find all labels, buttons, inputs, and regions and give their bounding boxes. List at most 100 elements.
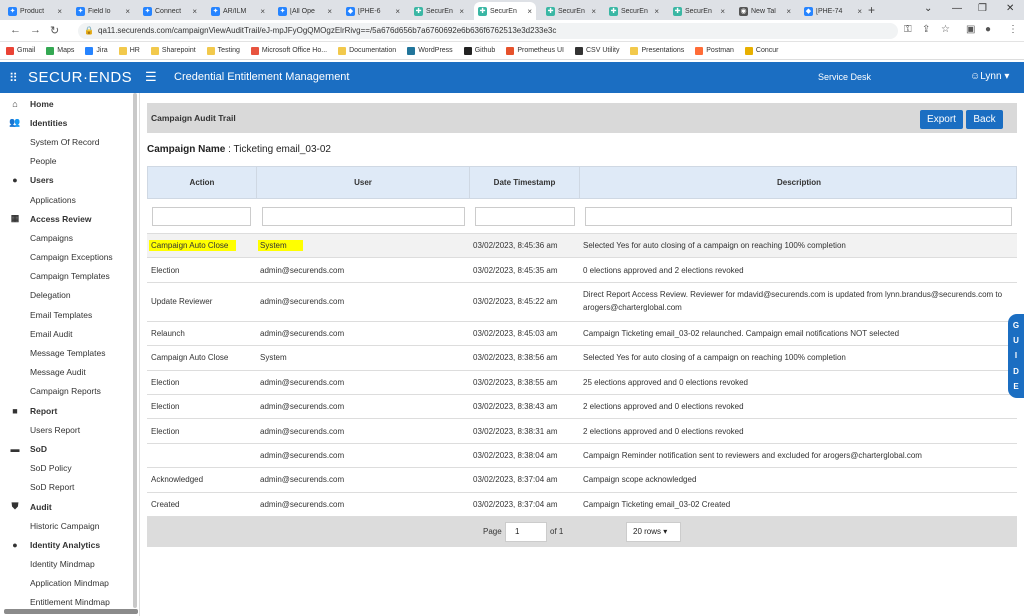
column-header-user[interactable]: User: [257, 167, 470, 198]
column-header-date-timestamp[interactable]: Date Timestamp: [470, 167, 580, 198]
bookmark-item[interactable]: Gmail: [6, 46, 35, 55]
table-row[interactable]: Election admin@securends.com 03/02/2023, 8…: [147, 394, 1017, 420]
close-tab-icon[interactable]: ×: [459, 7, 464, 16]
table-row[interactable]: Campaign Auto Close System 03/02/2023, 8:4…: [147, 234, 1017, 259]
profile-icon[interactable]: ●: [985, 24, 991, 35]
minimize-icon[interactable]: —: [952, 3, 962, 14]
browser-tab[interactable]: ✦ AR/ILM ×: [207, 2, 269, 20]
table-row[interactable]: Election admin@securends.com 03/02/2023, 8…: [147, 258, 1017, 283]
browser-tab[interactable]: ✚ SecurEn ×: [669, 2, 729, 20]
bookmark-item[interactable]: Maps: [46, 46, 74, 55]
sidebar-item-application-mindmap[interactable]: Application Mindmap: [0, 574, 139, 593]
browser-tab[interactable]: ✚ SecurEn ×: [605, 2, 663, 20]
hamburger-menu-icon[interactable]: ☰: [145, 69, 157, 85]
browser-tab[interactable]: ◉ New Tal ×: [735, 2, 795, 20]
browser-tab[interactable]: ✚ SecurEn ×: [410, 2, 468, 20]
sidebar-item-campaigns[interactable]: Campaigns: [0, 228, 139, 247]
browser-tab[interactable]: ◆ [PHE-74 ×: [800, 2, 866, 20]
securends-logo[interactable]: SECUR·ENDS: [28, 69, 132, 86]
kebab-menu-icon[interactable]: ⋮: [1008, 24, 1018, 35]
key-icon[interactable]: ⚿: [904, 24, 912, 35]
restore-icon[interactable]: ❐: [978, 3, 987, 14]
bookmark-item[interactable]: Presentations: [630, 46, 684, 55]
date-filter-input[interactable]: [475, 207, 575, 226]
sidebar-item-users[interactable]: ● Users: [0, 171, 139, 190]
close-window-icon[interactable]: ✕: [1006, 3, 1014, 14]
table-row[interactable]: Campaign Auto Close System 03/02/2023, 8:3…: [147, 346, 1017, 371]
new-tab-icon[interactable]: +: [868, 3, 875, 17]
sidebar-horizontal-scrollbar[interactable]: [4, 609, 138, 614]
close-tab-icon[interactable]: ×: [591, 7, 596, 16]
close-tab-icon[interactable]: ×: [527, 7, 532, 16]
table-row[interactable]: admin@securends.com 03/02/2023, 8:38:04 a…: [147, 443, 1017, 469]
close-tab-icon[interactable]: ×: [327, 7, 332, 16]
page-number-input[interactable]: 1: [505, 521, 547, 542]
bookmark-item[interactable]: Documentation: [338, 46, 396, 55]
sidebar-item-historic-campaign[interactable]: Historic Campaign: [0, 516, 139, 535]
bookmark-item[interactable]: WordPress: [407, 46, 453, 55]
table-row[interactable]: Acknowledged admin@securends.com 03/02/202…: [147, 468, 1017, 493]
sidebar-item-audit[interactable]: ⛊ Audit: [0, 497, 139, 516]
url-field[interactable]: 🔒 qa11.securends.com/campaignViewAuditTr…: [78, 23, 898, 39]
service-desk-link[interactable]: Service Desk: [818, 72, 871, 82]
sidebar-item-identity-analytics[interactable]: ● Identity Analytics: [0, 535, 139, 554]
close-tab-icon[interactable]: ×: [192, 7, 197, 16]
close-tab-icon[interactable]: ×: [654, 7, 659, 16]
side-panel-icon[interactable]: ▣: [966, 24, 975, 35]
export-button[interactable]: Export: [920, 110, 963, 129]
bookmark-item[interactable]: Github: [463, 46, 495, 55]
table-row[interactable]: Created admin@securends.com 03/02/2023, 8:…: [147, 492, 1017, 517]
star-icon[interactable]: ☆: [941, 24, 950, 35]
sidebar-item-system-of-record[interactable]: System Of Record: [0, 132, 139, 151]
close-tab-icon[interactable]: ×: [857, 7, 862, 16]
bookmark-item[interactable]: Sharepoint: [150, 46, 196, 55]
column-header-description[interactable]: Description: [580, 167, 1018, 198]
bookmark-item[interactable]: HR: [118, 46, 140, 55]
bookmark-item[interactable]: Prometheus UI: [506, 46, 564, 55]
column-header-action[interactable]: Action: [148, 167, 257, 198]
sidebar-item-users-report[interactable]: Users Report: [0, 420, 139, 439]
forward-arrow-icon[interactable]: →: [30, 24, 41, 36]
close-tab-icon[interactable]: ×: [260, 7, 265, 16]
table-row[interactable]: Election admin@securends.com 03/02/2023, 8…: [147, 370, 1017, 395]
sidebar-vertical-scrollbar[interactable]: [133, 93, 137, 608]
sidebar-item-email-templates[interactable]: Email Templates: [0, 305, 139, 324]
close-tab-icon[interactable]: ×: [786, 7, 791, 16]
table-row[interactable]: Update Reviewer admin@securends.com 03/02/…: [147, 282, 1017, 322]
sidebar-item-identity-mindmap[interactable]: Identity Mindmap: [0, 555, 139, 574]
share-icon[interactable]: ⇪: [922, 24, 930, 35]
browser-tab[interactable]: ◆ [PHE-6 ×: [342, 2, 404, 20]
reload-icon[interactable]: ↻: [50, 24, 59, 37]
sidebar-item-email-audit[interactable]: Email Audit: [0, 324, 139, 343]
sidebar-item-report[interactable]: ■ Report: [0, 401, 139, 420]
bookmark-item[interactable]: Microsoft Office Ho...: [250, 46, 327, 55]
rows-per-page-select[interactable]: 20 rows ▾: [626, 521, 681, 542]
description-filter-input[interactable]: [585, 207, 1012, 226]
browser-tab[interactable]: ✚ SecurEn ×: [474, 2, 536, 20]
tab-search-icon[interactable]: ⌄: [924, 3, 932, 14]
close-tab-icon[interactable]: ×: [125, 7, 130, 16]
sidebar-item-campaign-reports[interactable]: Campaign Reports: [0, 382, 139, 401]
sidebar-item-delegation[interactable]: Delegation: [0, 286, 139, 305]
back-button[interactable]: Back: [966, 110, 1003, 129]
browser-tab[interactable]: ✚ SecurEn ×: [542, 2, 600, 20]
sidebar-item-message-audit[interactable]: Message Audit: [0, 363, 139, 382]
sidebar-item-campaign-templates[interactable]: Campaign Templates: [0, 267, 139, 286]
close-tab-icon[interactable]: ×: [720, 7, 725, 16]
bookmark-item[interactable]: CSV Utility: [575, 46, 619, 55]
action-filter-input[interactable]: [152, 207, 251, 226]
sidebar-item-home[interactable]: ⌂ Home: [0, 94, 139, 113]
bookmark-item[interactable]: Concur: [744, 46, 778, 55]
sidebar-item-applications[interactable]: Applications: [0, 190, 139, 209]
user-filter-input[interactable]: [262, 207, 465, 226]
user-menu[interactable]: ☺Lynn ▾: [970, 71, 1009, 82]
sidebar-item-sod-report[interactable]: SoD Report: [0, 478, 139, 497]
sidebar-item-people[interactable]: People: [0, 152, 139, 171]
sidebar-item-identities[interactable]: 👥 Identities: [0, 113, 139, 132]
sidebar-item-sod-policy[interactable]: SoD Policy: [0, 459, 139, 478]
guide-tab[interactable]: GUIDE: [1008, 314, 1024, 398]
browser-tab[interactable]: ✦ Product ×: [4, 2, 66, 20]
bookmark-item[interactable]: Postman: [695, 46, 734, 55]
sidebar-item-sod[interactable]: ▬ SoD: [0, 439, 139, 458]
table-row[interactable]: Relaunch admin@securends.com 03/02/2023, 8…: [147, 321, 1017, 347]
